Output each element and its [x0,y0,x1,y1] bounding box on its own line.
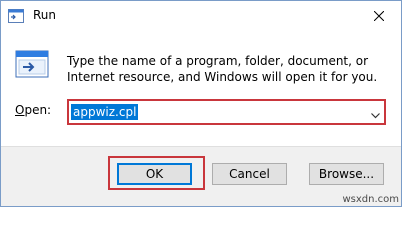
title-bar[interactable]: Run [1,1,401,31]
chevron-down-icon[interactable] [371,108,380,122]
browse-button[interactable]: Browse... [309,163,384,185]
close-button[interactable] [357,1,401,31]
run-dialog-icon [15,49,49,81]
run-app-icon [8,9,24,23]
open-label-text: pen: [24,103,52,117]
close-icon [374,11,384,21]
watermark-text: wsxdn.com [342,194,399,205]
open-combobox[interactable]: appwiz.cpl [67,99,386,125]
open-input-value[interactable]: appwiz.cpl [71,104,139,120]
ok-button[interactable]: OK [117,163,192,185]
cancel-button[interactable]: Cancel [212,163,287,185]
dialog-description: Type the name of a program, folder, docu… [67,54,378,84]
open-label: Open: [15,103,51,117]
window-title: Run [33,8,57,22]
